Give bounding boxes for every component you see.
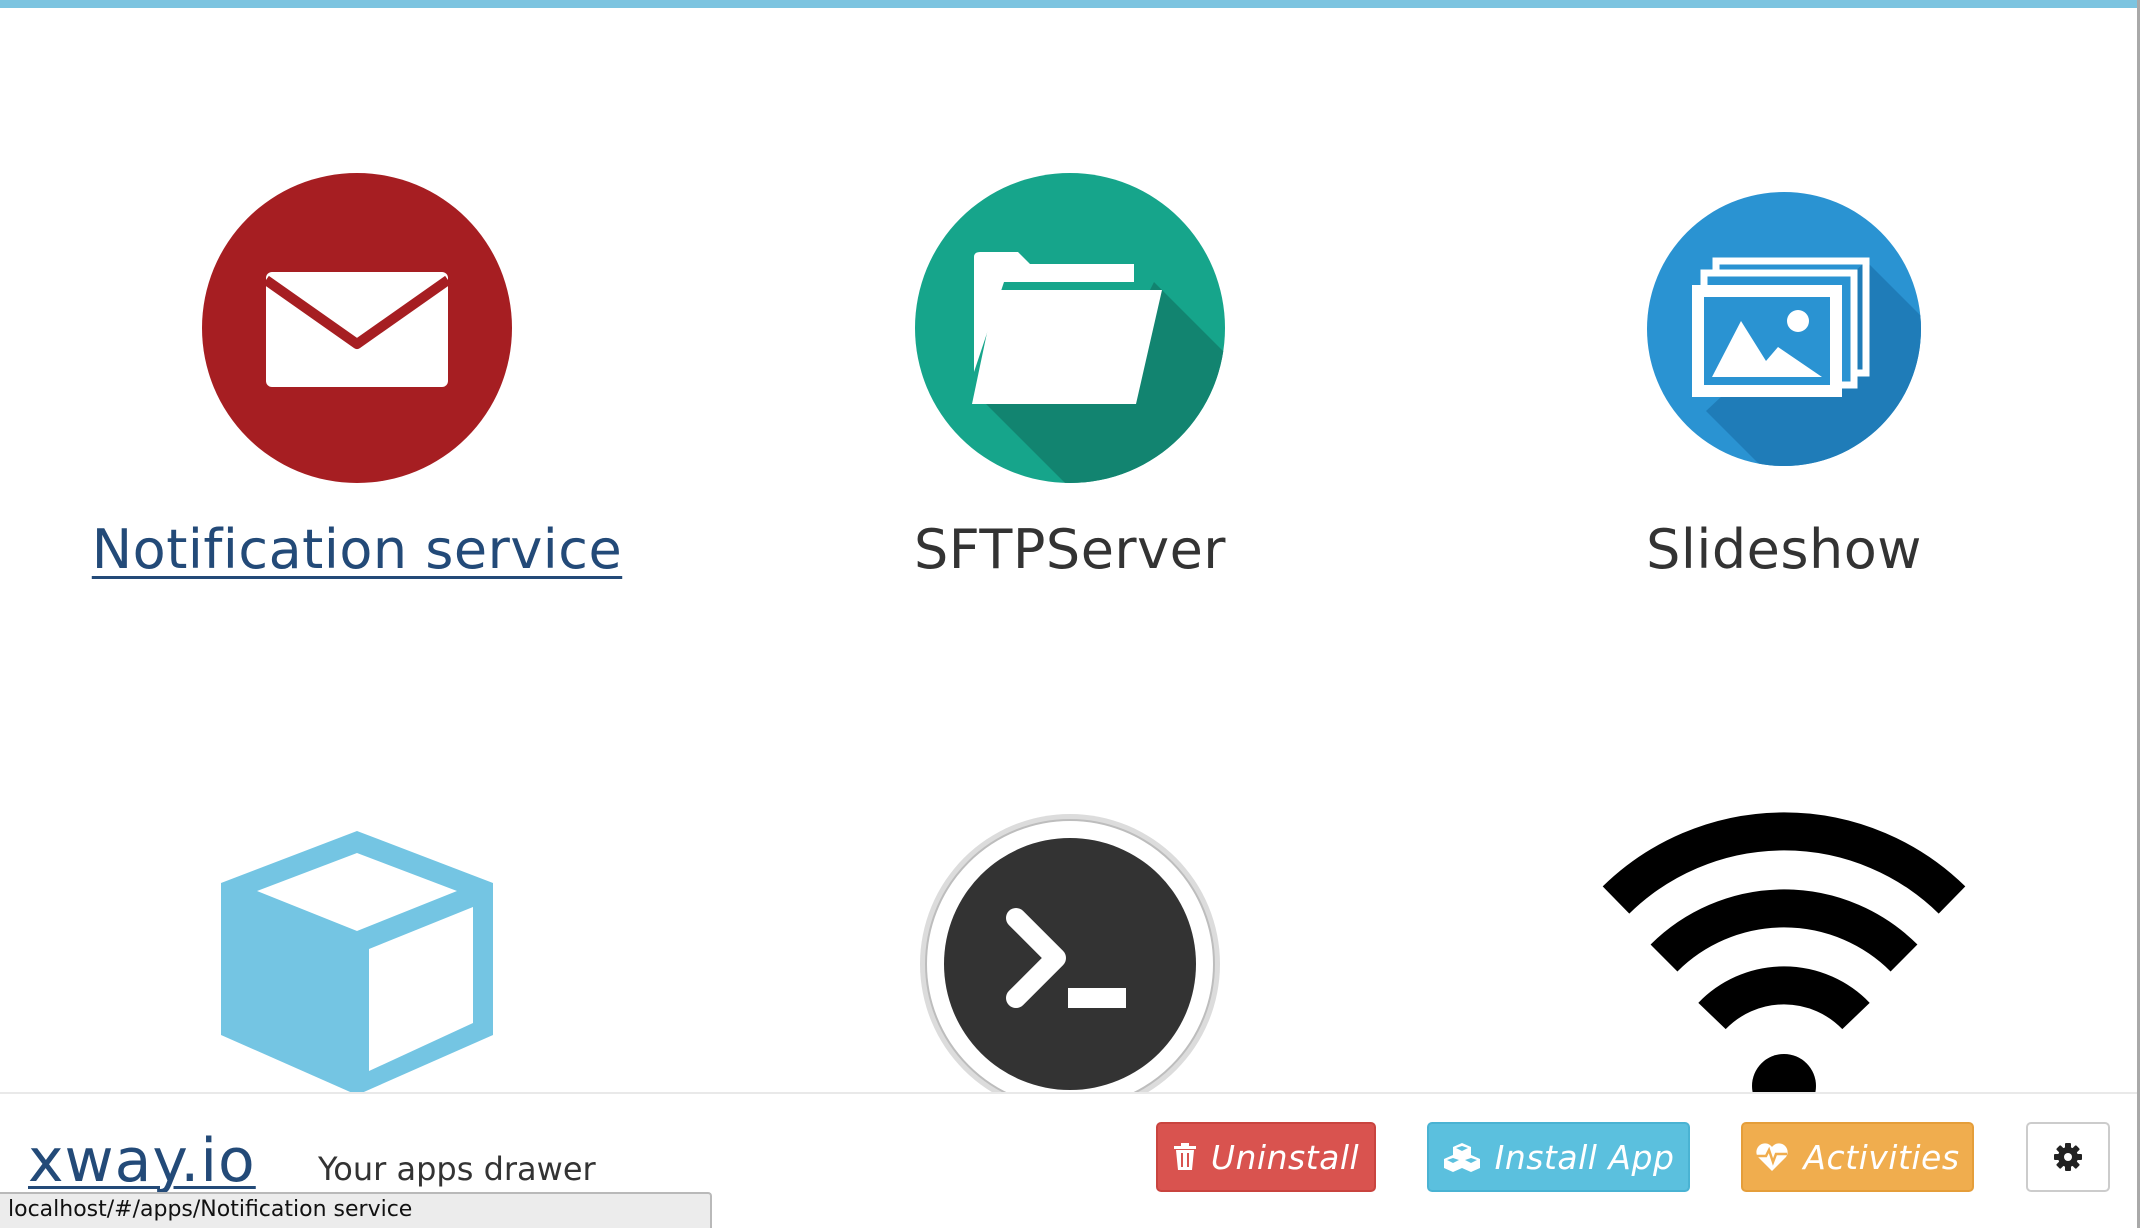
trash-icon (1173, 1143, 1196, 1170)
cube-icon[interactable] (217, 823, 497, 1103)
cubes-icon (1443, 1143, 1480, 1172)
tagline: Your apps drawer (318, 1150, 596, 1188)
activities-label: Activities (1803, 1137, 1960, 1177)
settings-button[interactable] (2026, 1122, 2110, 1192)
uninstall-label: Uninstall (1210, 1137, 1360, 1177)
app-label-notification-service[interactable]: Notification service (77, 515, 637, 585)
gear-icon (2054, 1143, 2082, 1171)
folder-open-icon[interactable] (914, 172, 1226, 484)
activities-button[interactable]: Activities (1741, 1122, 1974, 1192)
app-label-slideshow[interactable]: Slideshow (1504, 515, 2064, 585)
browser-status-bar: localhost/#/apps/Notification service (0, 1192, 712, 1228)
terminal-icon[interactable] (918, 812, 1222, 1116)
top-accent-strip (0, 0, 2140, 8)
apps-drawer-page: Notification service SFTPServer Slidesho… (0, 0, 2140, 1228)
brand-link[interactable]: xway.io (28, 1126, 256, 1196)
uninstall-button[interactable]: Uninstall (1156, 1122, 1376, 1192)
install-app-button[interactable]: Install App (1427, 1122, 1690, 1192)
install-app-label: Install App (1494, 1137, 1675, 1177)
envelope-icon[interactable] (201, 172, 513, 484)
wifi-icon[interactable] (1594, 810, 1974, 1110)
image-gallery-icon[interactable] (1646, 191, 1922, 467)
heartbeat-icon (1756, 1143, 1789, 1171)
app-label-sftpserver[interactable]: SFTPServer (790, 515, 1350, 585)
